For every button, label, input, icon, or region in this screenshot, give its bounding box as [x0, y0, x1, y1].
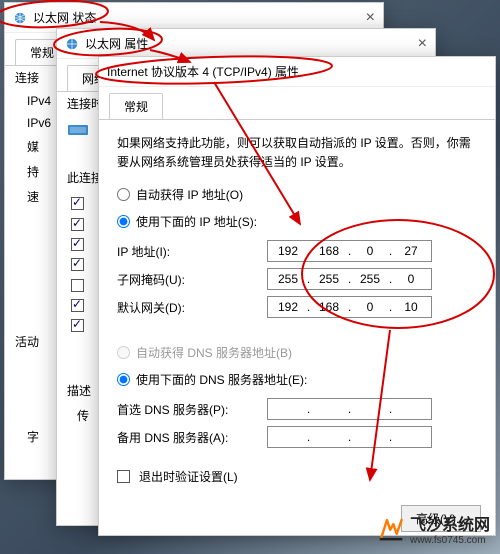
gateway-input[interactable]: 192. 168. 0. 10 — [267, 296, 432, 318]
adapter-icon — [67, 127, 89, 141]
radio-manual-dns-label: 使用下面的 DNS 服务器地址(E): — [136, 371, 307, 388]
description-text: 如果网络支持此功能，则可以获取自动指派的 IP 设置。否则，你需要从网络系统管理… — [117, 134, 477, 172]
check-icon[interactable] — [117, 470, 130, 483]
radio-auto-dns[interactable]: 自动获得 DNS 服务器地址(B) — [117, 344, 292, 361]
network-icon — [65, 37, 79, 51]
validate-label: 退出时验证设置(L) — [139, 468, 238, 485]
dns2-input[interactable]: . . . — [267, 426, 432, 448]
watermark-name: 飞沙系统网 — [410, 517, 490, 534]
ipv4-titlebar: Internet 协议版本 4 (TCP/IPv4) 属性 — [99, 57, 495, 87]
ip-octet: 27 — [399, 244, 423, 258]
ip-octet: 10 — [399, 300, 423, 314]
radio-input — [117, 346, 130, 359]
ip-address-input[interactable]: 192. 168. 0. 27 — [267, 240, 432, 262]
ip-octet: 0 — [358, 300, 382, 314]
watermark: 飞沙系统网 www.fs0745.com — [378, 511, 490, 546]
ipv4-title: Internet 协议版本 4 (TCP/IPv4) 属性 — [107, 63, 299, 80]
ip-octet: 192 — [276, 300, 300, 314]
ip-octet: 168 — [317, 300, 341, 314]
validate-checkbox[interactable]: 退出时验证设置(L) — [117, 468, 477, 485]
check-icon[interactable] — [71, 197, 84, 210]
radio-auto-dns-label: 自动获得 DNS 服务器地址(B) — [136, 344, 292, 361]
radio-manual-ip[interactable]: 使用下面的 IP 地址(S): — [117, 213, 257, 230]
ipv4-properties-dialog: Internet 协议版本 4 (TCP/IPv4) 属性 常规 如果网络支持此… — [98, 56, 496, 536]
label-ip-address: IP 地址(I): — [117, 243, 267, 260]
network-icon — [13, 11, 27, 25]
ip-octet: 0 — [358, 244, 382, 258]
subnet-mask-input[interactable]: 255. 255. 255. 0 — [267, 268, 432, 290]
tab-general[interactable]: 常规 — [109, 93, 163, 119]
validate-row: 退出时验证设置(L) — [117, 468, 477, 485]
dns-group: 自动获得 DNS 服务器地址(B) 使用下面的 DNS 服务器地址(E): 首选… — [117, 344, 477, 448]
ip-octet: 0 — [399, 272, 423, 286]
radio-input[interactable] — [117, 215, 130, 228]
properties-title: 以太网 属性 — [85, 35, 148, 52]
radio-manual-ip-label: 使用下面的 IP 地址(S): — [136, 213, 257, 230]
ip-octet: 192 — [276, 244, 300, 258]
check-icon[interactable] — [71, 279, 84, 292]
ip-octet: 168 — [317, 244, 341, 258]
radio-input[interactable] — [117, 373, 130, 386]
check-icon[interactable] — [71, 299, 84, 312]
radio-auto-ip-label: 自动获得 IP 地址(O) — [136, 186, 243, 203]
radio-auto-ip[interactable]: 自动获得 IP 地址(O) — [117, 186, 243, 203]
ip-octet: 255 — [317, 272, 341, 286]
close-icon[interactable]: × — [366, 9, 375, 27]
check-icon[interactable] — [71, 238, 84, 251]
label-dns2: 备用 DNS 服务器(A): — [117, 429, 267, 446]
ip-octet: 255 — [276, 272, 300, 286]
properties-titlebar: 以太网 属性 × — [57, 29, 435, 59]
close-icon[interactable]: × — [418, 35, 427, 53]
check-icon[interactable] — [71, 218, 84, 231]
check-icon[interactable] — [71, 319, 84, 332]
status-title: 以太网 状态 — [33, 9, 96, 26]
ip-group: 自动获得 IP 地址(O) 使用下面的 IP 地址(S): IP 地址(I): … — [117, 186, 477, 318]
ipv4-tabs: 常规 — [99, 87, 495, 120]
label-dns1: 首选 DNS 服务器(P): — [117, 401, 267, 418]
ipv4-content: 如果网络支持此功能，则可以获取自动指派的 IP 设置。否则，你需要从网络系统管理… — [99, 120, 495, 499]
label-gateway: 默认网关(D): — [117, 299, 267, 316]
check-icon[interactable] — [71, 258, 84, 271]
watermark-url: www.fs0745.com — [410, 535, 490, 546]
radio-manual-dns[interactable]: 使用下面的 DNS 服务器地址(E): — [117, 371, 307, 388]
logo-icon — [378, 516, 404, 542]
ip-octet: 255 — [358, 272, 382, 286]
radio-input[interactable] — [117, 188, 130, 201]
label-subnet-mask: 子网掩码(U): — [117, 271, 267, 288]
dns1-input[interactable]: . . . — [267, 398, 432, 420]
